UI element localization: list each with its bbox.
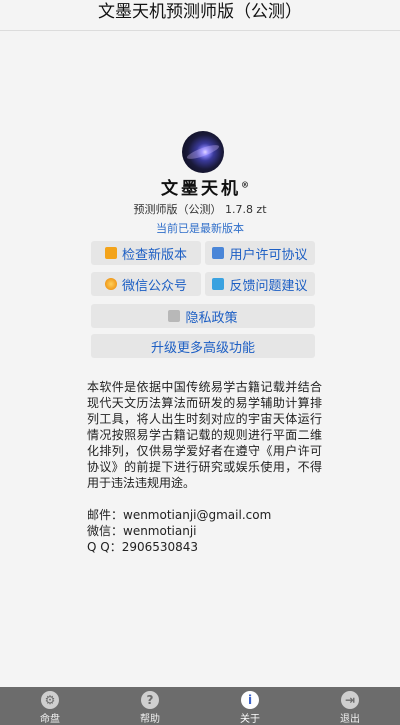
wechat-icon: [104, 278, 117, 290]
upgrade-label: 升级更多高级功能: [150, 340, 255, 356]
version-text: 预测师版（公测） 1.7.8 zt: [133, 203, 267, 216]
gear-icon: ⚙: [41, 691, 59, 709]
about-page: 文墨天机® 预测师版（公测） 1.7.8 zt 当前已是最新版本 检查新版本 用…: [0, 31, 400, 687]
tab-chart-label: 命盘: [40, 714, 60, 725]
feedback-icon: [212, 278, 225, 290]
latest-version-text: 当前已是最新版本: [156, 222, 244, 235]
exit-icon: ⇥: [341, 691, 359, 709]
edit-icon: [212, 247, 225, 259]
contact-info: 邮件：wenmotianji@gmail.com 微信：wenmotianji …: [87, 508, 337, 556]
help-icon: ?: [141, 691, 159, 709]
feedback-button[interactable]: 反馈问题建议: [205, 272, 315, 296]
refresh-icon: [104, 247, 117, 259]
document-icon: [168, 310, 181, 322]
info-icon: i: [241, 691, 259, 709]
tab-exit-label: 退出: [340, 714, 360, 725]
tab-about-label: 关于: [240, 714, 260, 725]
contact-email: 邮件：wenmotianji@gmail.com: [87, 508, 272, 522]
tab-help-label: 帮助: [140, 714, 160, 725]
check-update-button[interactable]: 检查新版本: [91, 241, 201, 265]
tab-help[interactable]: ? 帮助: [100, 687, 200, 725]
license-button[interactable]: 用户许可协议: [205, 241, 315, 265]
check-update-label: 检查新版本: [121, 247, 187, 263]
contact-qq: Q Q：2906530843: [87, 540, 199, 554]
tab-chart[interactable]: ⚙ 命盘: [0, 687, 100, 725]
app-title: 文墨天机预测师版（公测）: [0, 0, 400, 31]
license-label: 用户许可协议: [229, 247, 308, 263]
privacy-button[interactable]: 隐私政策: [91, 304, 315, 328]
upgrade-button[interactable]: 升级更多高级功能: [91, 334, 315, 358]
registered-mark: ®: [241, 179, 249, 190]
about-description: 本软件是依据中国传统易学古籍记载并结合现代天文历法算法而研发的易学辅助计算排列工…: [87, 380, 322, 490]
contact-wechat: 微信：wenmotianji: [87, 524, 197, 538]
wechat-label: 微信公众号: [121, 278, 187, 294]
logo-name: 文墨天机: [161, 179, 241, 199]
tab-about[interactable]: i 关于: [200, 687, 300, 725]
galaxy-logo-icon: [182, 131, 224, 173]
privacy-label: 隐私政策: [185, 310, 238, 326]
wechat-account-button[interactable]: 微信公众号: [91, 272, 201, 296]
feedback-label: 反馈问题建议: [229, 278, 308, 294]
tab-exit[interactable]: ⇥ 退出: [300, 687, 400, 725]
bottom-tab-bar: ⚙ 命盘 ? 帮助 i 关于 ⇥ 退出: [0, 687, 400, 725]
app-logo-text: 文墨天机®: [150, 174, 260, 199]
